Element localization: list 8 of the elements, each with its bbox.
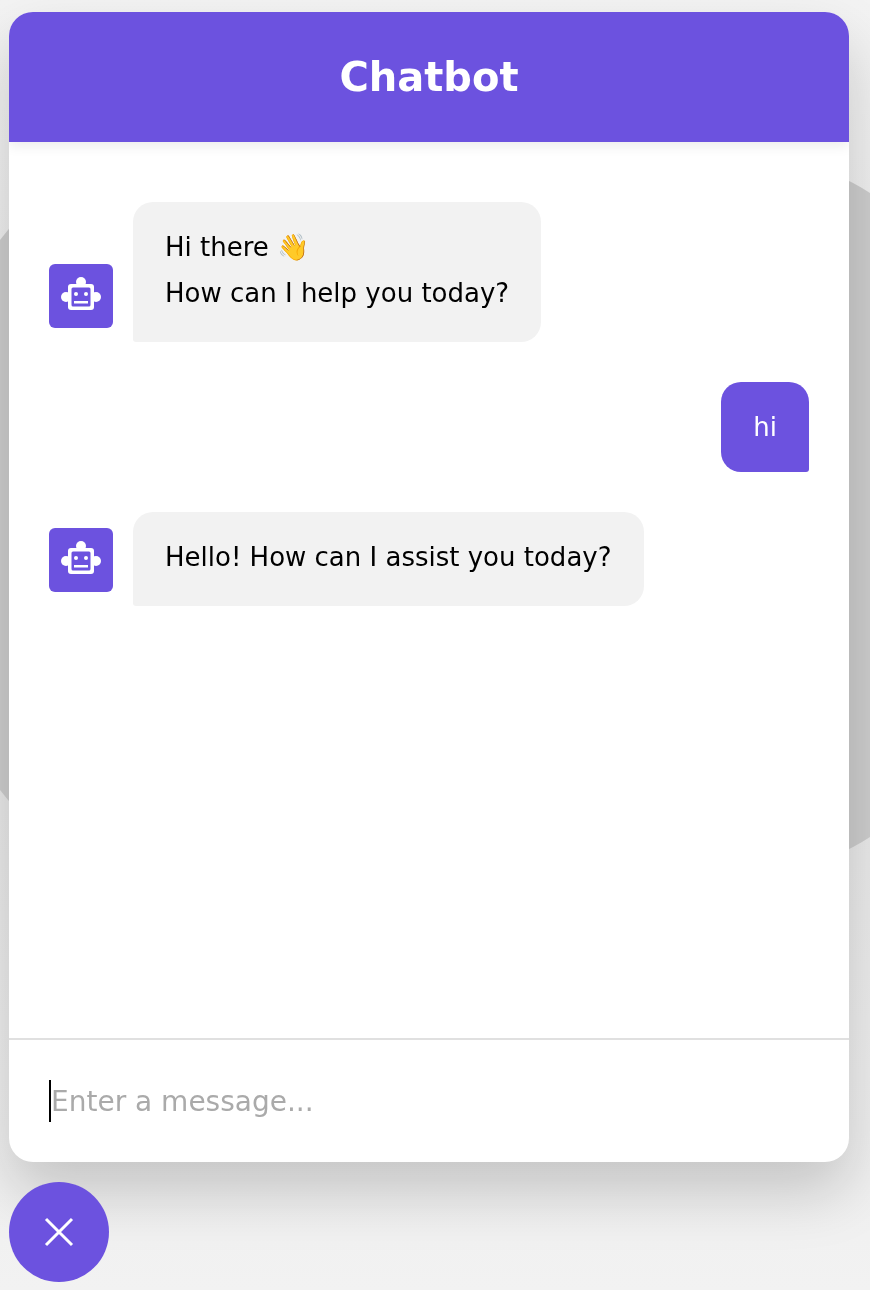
message-field[interactable]: Enter a message... [51,1084,791,1118]
robot-icon [49,264,113,328]
robot-icon [49,528,113,592]
bot-message: Hi there 👋 How can I help you today? [133,202,542,342]
bot-message: Hello! How can I assist you today? [133,512,644,606]
close-icon [44,1217,74,1247]
chat-title: Chatbot [339,54,519,100]
user-message: hi [721,382,809,472]
